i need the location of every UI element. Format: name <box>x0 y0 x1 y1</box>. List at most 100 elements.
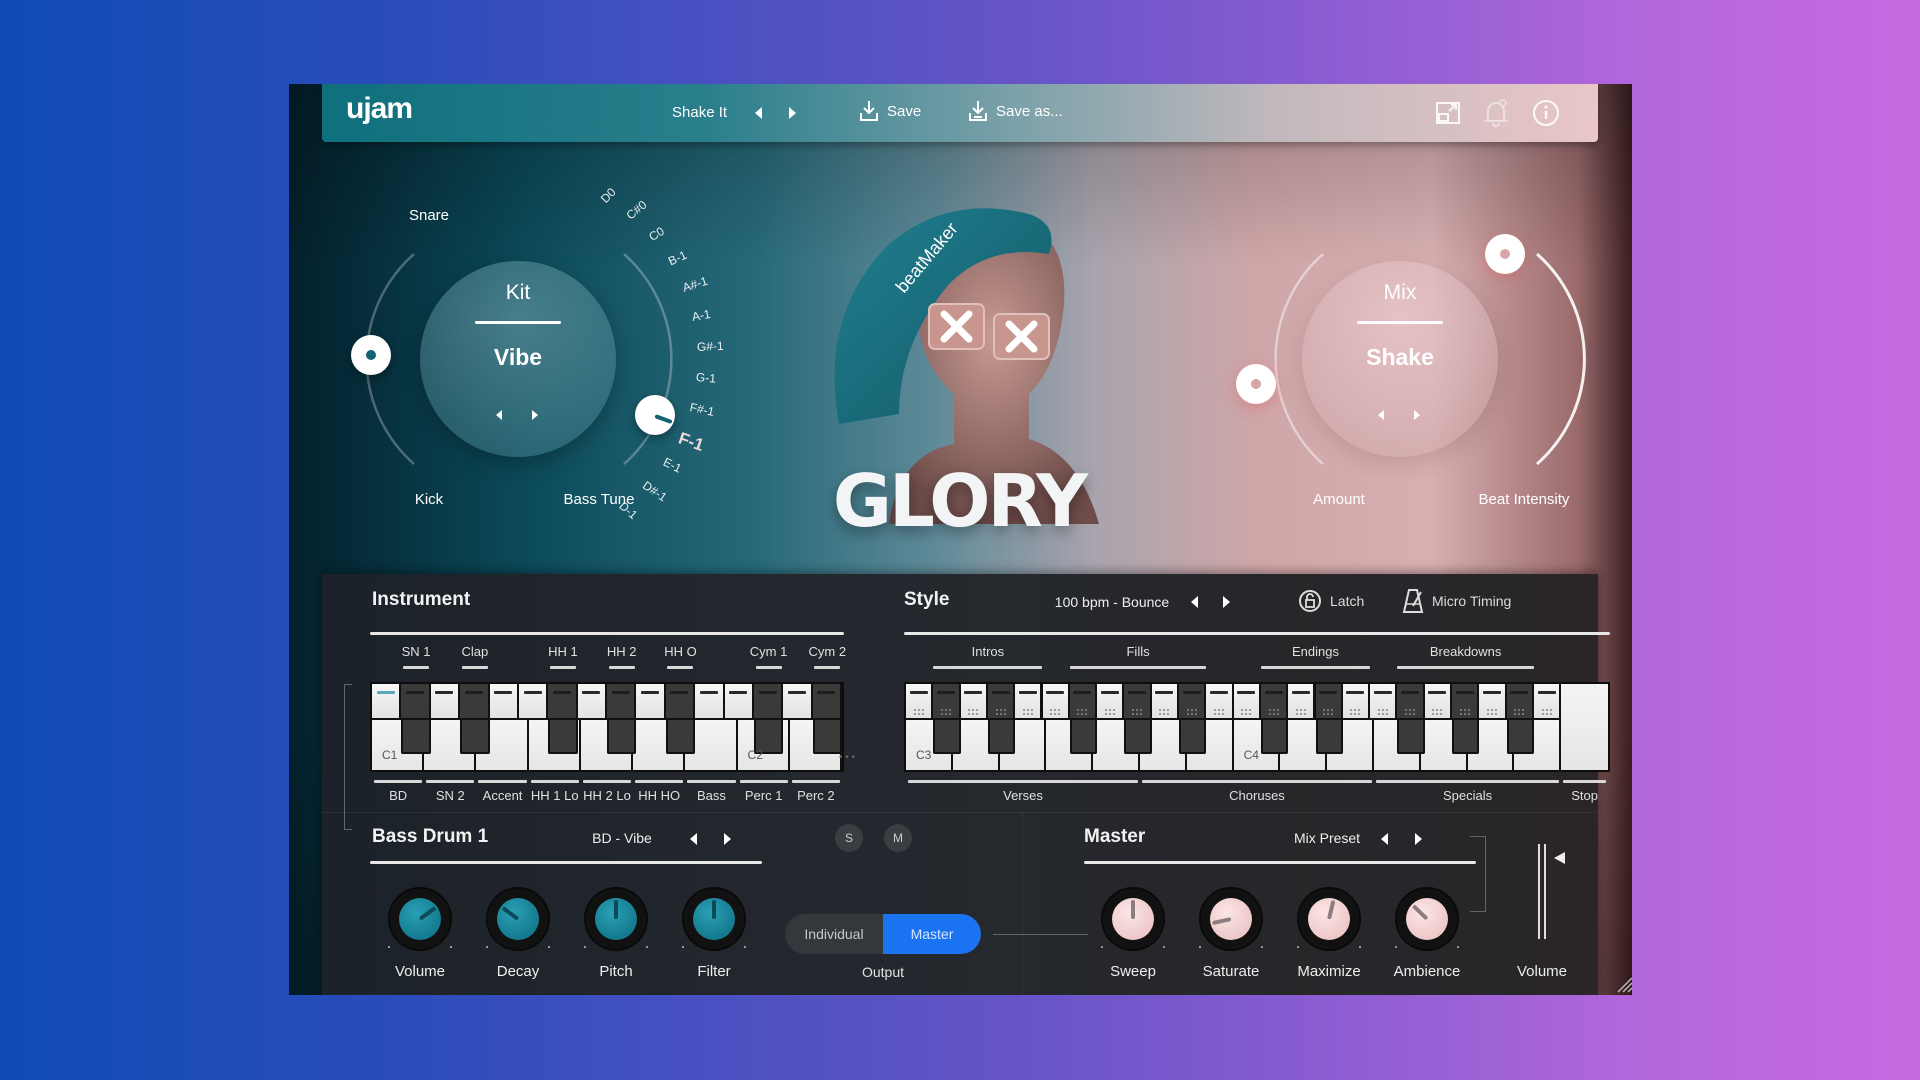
instrument-pitch-knob[interactable] <box>584 887 648 951</box>
mix-preset-next-icon[interactable] <box>1415 833 1422 845</box>
solo-button[interactable]: S <box>835 824 863 852</box>
latch-toggle[interactable]: Latch <box>1298 589 1364 613</box>
black-key[interactable] <box>460 720 490 754</box>
white-pad[interactable] <box>518 684 549 720</box>
black-key[interactable] <box>812 720 842 754</box>
volume-handle[interactable] <box>1554 852 1565 865</box>
instrument-keyboard[interactable]: C1 C2 <box>370 682 844 772</box>
white-pad[interactable] <box>695 684 725 720</box>
black-pad[interactable] <box>933 684 961 720</box>
master-saturate-knob[interactable] <box>1199 887 1263 951</box>
output-individual[interactable]: Individual <box>785 914 883 954</box>
white-pad[interactable] <box>1206 684 1234 720</box>
white-pad[interactable] <box>636 684 666 720</box>
white-pad[interactable] <box>1288 684 1316 720</box>
white-pad[interactable] <box>372 684 402 720</box>
master-sweep-knob[interactable] <box>1101 887 1165 951</box>
instrument-detail-next-icon[interactable] <box>724 833 731 845</box>
black-key[interactable] <box>607 720 637 754</box>
mix-preset-label[interactable]: Mix Preset <box>1282 830 1372 846</box>
white-pad[interactable] <box>1370 684 1398 720</box>
black-key[interactable] <box>1124 720 1152 754</box>
black-key[interactable] <box>401 720 431 754</box>
black-key[interactable] <box>1179 720 1207 754</box>
black-key[interactable] <box>933 720 961 754</box>
output-master[interactable]: Master <box>883 914 981 954</box>
white-pad[interactable] <box>1097 684 1125 720</box>
bass-tune-note[interactable]: G-1 <box>695 370 716 386</box>
black-key[interactable] <box>987 720 1016 754</box>
white-pad[interactable] <box>1342 684 1371 720</box>
instrument-decay-knob[interactable] <box>486 887 550 951</box>
black-pad[interactable] <box>812 684 842 720</box>
bass-tune-handle[interactable] <box>635 395 675 435</box>
micro-timing-toggle[interactable]: Micro Timing <box>1402 588 1511 614</box>
white-pad[interactable] <box>1042 684 1070 720</box>
white-pad[interactable] <box>1424 684 1452 720</box>
beat-intensity-handle[interactable] <box>1485 234 1525 274</box>
black-key[interactable] <box>1397 720 1425 754</box>
master-maximize-knob[interactable] <box>1297 887 1361 951</box>
instrument-detail-preset[interactable]: BD - Vibe <box>582 830 662 846</box>
mix-prev-icon[interactable] <box>1378 410 1384 420</box>
top-label-underline <box>608 666 635 669</box>
style-preset[interactable]: 100 bpm - Bounce <box>1042 594 1182 610</box>
volume-fader[interactable] <box>1538 844 1546 939</box>
black-pad[interactable] <box>1315 684 1343 720</box>
white-pad[interactable] <box>724 684 754 720</box>
bass-tune-note[interactable]: G#-1 <box>696 339 723 354</box>
mix-selector[interactable]: Mix Shake <box>1302 261 1498 457</box>
resize-grip-icon[interactable] <box>1614 974 1632 994</box>
black-pad[interactable] <box>548 684 578 720</box>
instrument-volume-knob[interactable] <box>388 887 452 951</box>
black-pad[interactable] <box>665 684 696 720</box>
white-pad[interactable] <box>430 684 461 720</box>
black-key[interactable] <box>665 720 696 754</box>
black-pad[interactable] <box>987 684 1016 720</box>
black-pad[interactable] <box>607 684 637 720</box>
instrument-filter-knob[interactable] <box>682 887 746 951</box>
instrument-detail-prev-icon[interactable] <box>690 833 697 845</box>
amount-handle[interactable] <box>1236 364 1276 404</box>
white-pad[interactable] <box>906 684 934 720</box>
white-pad[interactable] <box>1479 684 1507 720</box>
black-pad[interactable] <box>1069 684 1098 720</box>
kit-next-icon[interactable] <box>532 410 538 420</box>
white-pad[interactable] <box>1533 684 1562 720</box>
master-ambience-knob[interactable] <box>1395 887 1459 951</box>
white-key[interactable] <box>1561 684 1608 770</box>
kit-prev-icon[interactable] <box>496 410 502 420</box>
instrument-top-label: Clap <box>461 644 489 659</box>
black-pad[interactable] <box>1260 684 1289 720</box>
black-key[interactable] <box>1069 720 1098 754</box>
white-pad[interactable] <box>960 684 988 720</box>
black-pad[interactable] <box>1397 684 1425 720</box>
mix-preset-prev-icon[interactable] <box>1381 833 1388 845</box>
style-next-icon[interactable] <box>1223 596 1230 608</box>
white-pad[interactable] <box>577 684 607 720</box>
white-pad[interactable] <box>1015 684 1043 720</box>
black-key[interactable] <box>1315 720 1343 754</box>
black-pad[interactable] <box>460 684 490 720</box>
black-key[interactable] <box>1260 720 1289 754</box>
output-toggle[interactable]: Individual Master <box>785 914 981 954</box>
white-pad[interactable] <box>489 684 519 720</box>
black-pad[interactable] <box>401 684 431 720</box>
black-pad[interactable] <box>753 684 784 720</box>
mute-button[interactable]: M <box>884 824 912 852</box>
black-pad[interactable] <box>1124 684 1152 720</box>
black-pad[interactable] <box>1452 684 1480 720</box>
white-pad[interactable] <box>783 684 813 720</box>
style-prev-icon[interactable] <box>1191 596 1198 608</box>
black-key[interactable] <box>548 720 578 754</box>
style-keyboard[interactable]: C3 C4 <box>904 682 1610 772</box>
black-pad[interactable] <box>1179 684 1207 720</box>
black-pad[interactable] <box>1506 684 1534 720</box>
white-pad[interactable] <box>1151 684 1179 720</box>
mix-next-icon[interactable] <box>1414 410 1420 420</box>
white-pad[interactable] <box>1233 684 1261 720</box>
snare-kick-handle[interactable] <box>351 335 391 375</box>
black-key[interactable] <box>1452 720 1480 754</box>
black-key[interactable] <box>1506 720 1534 754</box>
kit-selector[interactable]: Kit Vibe <box>420 261 616 457</box>
